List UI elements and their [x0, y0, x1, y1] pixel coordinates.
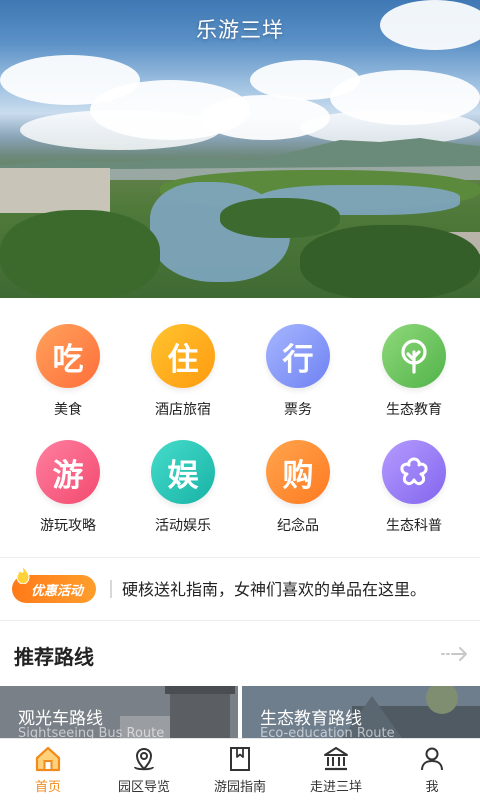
category-label: 美食 — [54, 402, 82, 418]
home-icon — [35, 746, 61, 772]
tab-label: 园区导览 — [117, 780, 170, 795]
category-grid: 吃 美食 住 酒店旅宿 行 票务 生态教育 游 游玩攻略 娱 活动娱乐 购 纪念… — [0, 298, 480, 544]
guide-book-icon — [230, 747, 250, 771]
tab-label: 我 — [425, 780, 439, 795]
tab-label: 游园指南 — [213, 780, 266, 795]
stay-icon: 住 — [151, 324, 215, 388]
category-hotel[interactable]: 住 酒店旅宿 — [123, 324, 243, 419]
tab-label: 走进三垟 — [309, 780, 362, 795]
route-subtitle: Eco-education Route — [260, 726, 395, 738]
arrow-right-icon[interactable] — [440, 644, 470, 664]
flower-icon — [382, 440, 446, 504]
museum-icon — [324, 747, 348, 771]
play-icon: 游 — [36, 440, 100, 504]
category-souvenir[interactable]: 购 纪念品 — [238, 440, 358, 535]
tab-me[interactable]: 我 — [384, 739, 480, 800]
category-label: 酒店旅宿 — [155, 402, 211, 418]
category-label: 生态教育 — [386, 402, 442, 418]
promo-separator — [110, 580, 112, 598]
shop-icon: 购 — [266, 440, 330, 504]
category-guide[interactable]: 游 游玩攻略 — [8, 440, 128, 535]
promo-text: 硬核送礼指南，女神们喜欢的单品在这里。 — [122, 580, 427, 599]
tab-label: 首页 — [34, 780, 61, 795]
category-entertainment[interactable]: 娱 活动娱乐 — [123, 440, 243, 535]
promo-badge-label: 优惠活动 — [30, 583, 83, 599]
route-card-eco-education[interactable]: 生态教育路线 Eco-education Route — [242, 686, 480, 738]
tree-icon — [382, 324, 446, 388]
route-subtitle: Sightseeing Bus Route — [18, 726, 165, 738]
category-label: 纪念品 — [277, 518, 319, 534]
user-icon — [421, 747, 443, 771]
category-label: 游玩攻略 — [40, 518, 96, 534]
tab-visit-guide[interactable]: 游园指南 — [192, 739, 288, 800]
fun-icon: 娱 — [151, 440, 215, 504]
page-title: 乐游三垟 — [196, 18, 284, 42]
travel-icon: 行 — [266, 324, 330, 388]
divider — [0, 620, 480, 621]
tab-home[interactable]: 首页 — [0, 739, 96, 800]
category-label: 生态科普 — [386, 518, 442, 534]
tab-park-map[interactable]: 园区导览 — [96, 739, 192, 800]
tab-about[interactable]: 走进三垟 — [288, 739, 384, 800]
category-label: 票务 — [284, 402, 312, 418]
location-icon — [134, 747, 154, 771]
category-eco-science[interactable]: 生态科普 — [354, 440, 474, 535]
route-card-sightseeing[interactable]: 观光车路线 Sightseeing Bus Route — [0, 686, 238, 738]
eat-icon: 吃 — [36, 324, 100, 388]
category-tickets[interactable]: 行 票务 — [238, 324, 358, 419]
category-label: 活动娱乐 — [155, 518, 211, 534]
hero-banner[interactable]: 乐游三垟 — [0, 0, 480, 298]
promo-bar[interactable]: 优惠活动 硬核送礼指南，女神们喜欢的单品在这里。 — [0, 558, 480, 618]
category-eco-education[interactable]: 生态教育 — [354, 324, 474, 419]
bottom-tab-bar: 首页 园区导览 游园指南 走进三垟 我 — [0, 738, 480, 800]
flame-icon — [16, 566, 30, 584]
section-title-recommend: 推荐路线 — [14, 645, 94, 669]
category-food[interactable]: 吃 美食 — [8, 324, 128, 419]
